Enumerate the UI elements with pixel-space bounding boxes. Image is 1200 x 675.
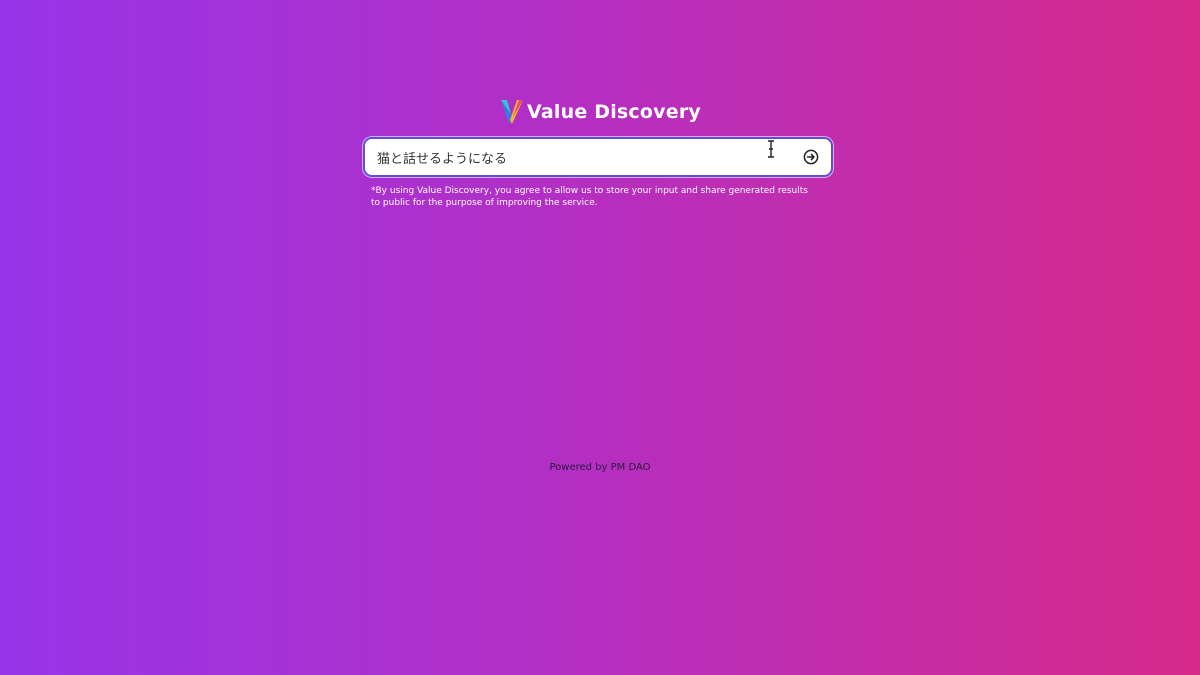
disclaimer-text: *By using Value Discovery, you agree to … bbox=[371, 186, 808, 208]
search-input[interactable] bbox=[365, 139, 797, 175]
text-cursor-icon bbox=[768, 140, 774, 158]
footer-powered-by: Powered by PM DAO bbox=[549, 462, 651, 473]
arrow-right-circle-icon bbox=[803, 149, 819, 165]
submit-button[interactable] bbox=[797, 143, 825, 171]
brand-name: Value Discovery bbox=[527, 101, 701, 123]
brand-header: Value Discovery bbox=[0, 98, 1200, 126]
search-box bbox=[363, 137, 833, 177]
v-logo-icon bbox=[501, 100, 524, 124]
